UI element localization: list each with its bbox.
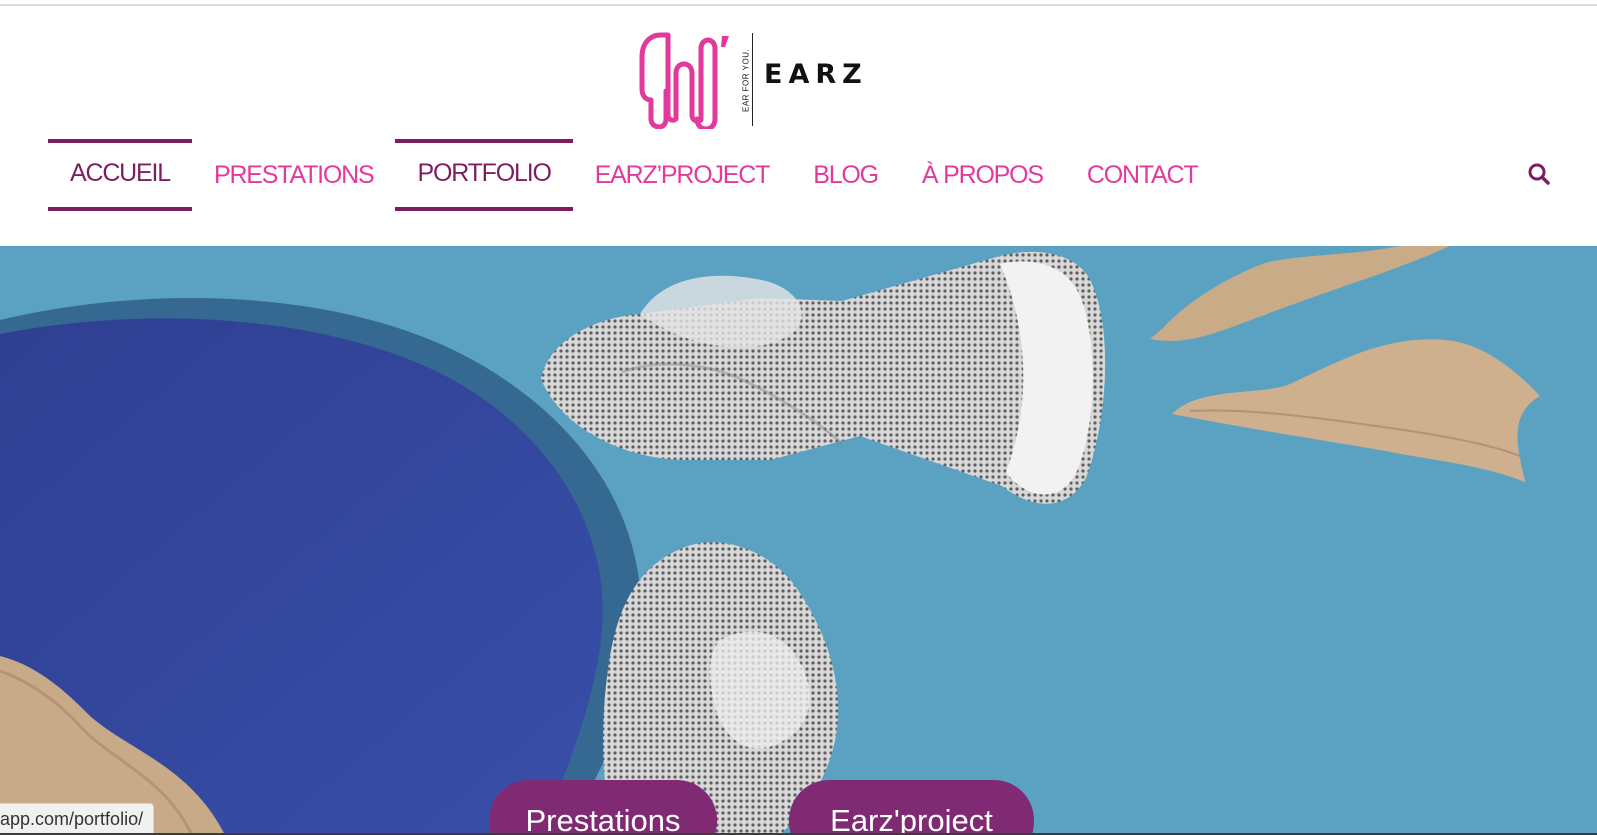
status-url-tooltip: app.com/portfolio/ — [0, 803, 155, 834]
nav-item-blog[interactable]: BLOG — [791, 139, 900, 211]
nav-item-contact[interactable]: CONTACT — [1065, 139, 1220, 211]
nav-item-label: PRESTATIONS — [213, 160, 375, 189]
search-button[interactable] — [1524, 159, 1554, 189]
hero-banner: Prestations Earz'project — [0, 246, 1597, 835]
nav-item-portfolio[interactable]: PORTFOLIO — [395, 139, 573, 211]
nav-item-label: BLOG — [813, 160, 879, 189]
nav-item-label: ACCUEIL — [70, 158, 171, 187]
search-icon — [1528, 163, 1550, 185]
nav-item-prestations[interactable]: PRESTATIONS — [192, 139, 396, 211]
prestations-button[interactable]: Prestations — [489, 780, 717, 835]
logo-divider — [752, 33, 753, 126]
ear-logo-icon — [639, 32, 729, 129]
nav-item-a-propos[interactable]: À PROPOS — [900, 139, 1065, 211]
earz-logo[interactable]: EAR FOR YOU. EARZ — [638, 31, 878, 129]
nav-item-label: PORTFOLIO — [417, 158, 551, 187]
earz-project-button[interactable]: Earz'project — [789, 780, 1034, 835]
nav-item-earz-project[interactable]: EARZ’PROJECT — [573, 139, 792, 211]
main-navigation: ACCUEIL PRESTATIONS PORTFOLIO EARZ’PROJE… — [48, 139, 1219, 211]
logo-wordmark: EARZ — [764, 59, 868, 90]
megaphone-illustration — [0, 246, 1597, 835]
nav-item-label: EARZ’PROJECT — [594, 160, 771, 189]
nav-item-label: À PROPOS — [921, 160, 1044, 189]
nav-item-accueil[interactable]: ACCUEIL — [48, 139, 192, 211]
nav-item-label: CONTACT — [1086, 160, 1199, 189]
site-header: EAR FOR YOU. EARZ ACCUEIL PRESTATIONS PO… — [0, 6, 1597, 246]
logo-tagline: EAR FOR YOU. — [741, 48, 751, 112]
